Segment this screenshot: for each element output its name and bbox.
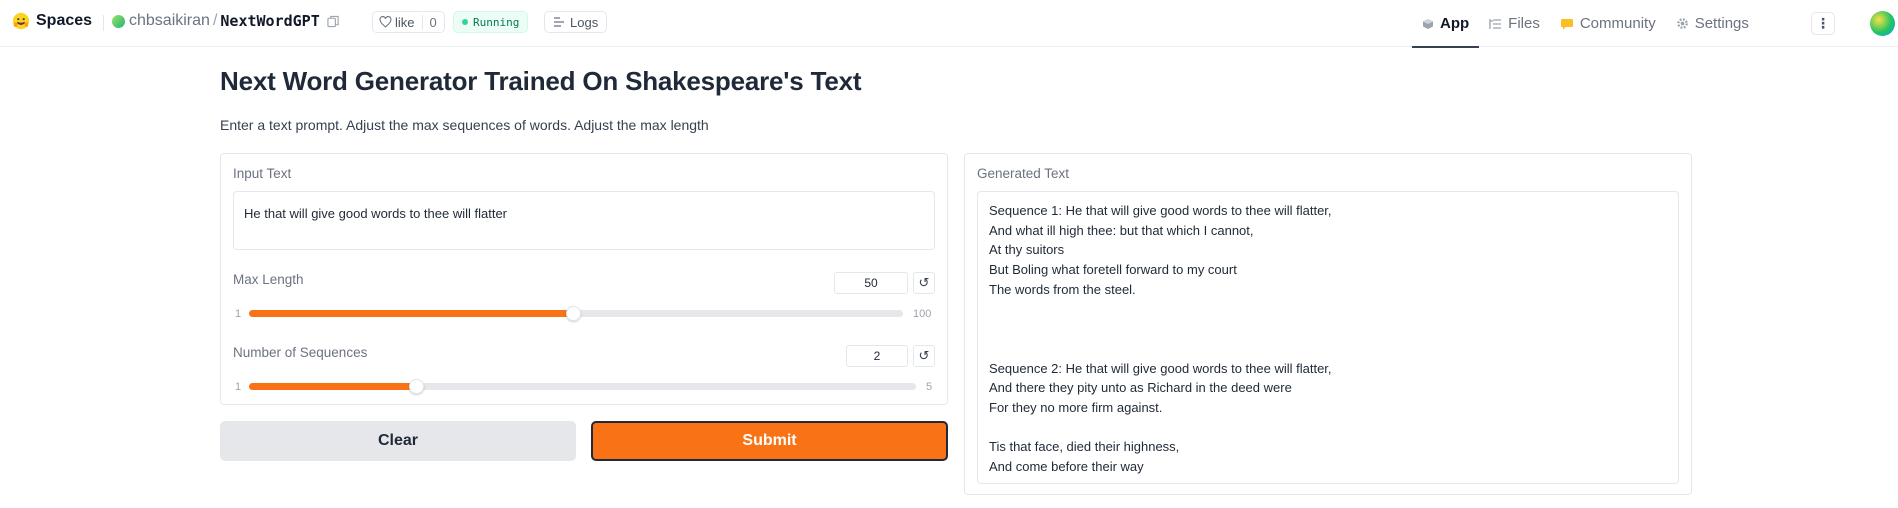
owner-link[interactable]: chbsaikiran — [129, 12, 210, 30]
generated-text-line: But Boling what foretell forward to my c… — [989, 262, 1237, 278]
max-length-slider[interactable] — [249, 306, 903, 321]
breadcrumb: chbsaikiran / NextWordGPT — [103, 12, 340, 31]
num-sequences-min: 1 — [235, 381, 242, 393]
tab-files-label: Files — [1508, 15, 1540, 32]
max-length-slider-fill — [249, 310, 573, 317]
top-navbar: Spaces chbsaikiran / NextWordGPT like 0 … — [0, 0, 1898, 48]
num-sequences-label: Number of Sequences — [233, 345, 368, 360]
max-length-number-input[interactable]: 50 — [834, 272, 908, 294]
generated-text-line: At thy suitors — [989, 242, 1065, 258]
like-label: like — [395, 14, 415, 30]
generated-text-line: And what ill high thee: but that which I… — [989, 222, 1254, 238]
status-label: Running — [473, 15, 520, 29]
owner-avatar — [112, 14, 125, 28]
like-main[interactable]: like — [373, 15, 422, 30]
tab-files[interactable]: Files — [1479, 0, 1550, 47]
num-sequences-slider-fill — [249, 383, 416, 390]
user-avatar[interactable] — [1870, 11, 1895, 36]
tab-community-label: Community — [1579, 15, 1656, 32]
cube-icon — [1423, 18, 1433, 29]
space-tabs: App Files Community Settings — [1412, 0, 1759, 48]
page-title: Next Word Generator Trained On Shakespea… — [220, 66, 862, 96]
tab-app[interactable]: App — [1412, 0, 1480, 48]
path-separator: / — [212, 12, 218, 29]
tab-community[interactable]: Community — [1550, 0, 1666, 47]
generated-text-line: For they no more firm against. — [989, 400, 1163, 415]
submit-button[interactable]: Submit — [591, 421, 948, 461]
page-description: Enter a text prompt. Adjust the max sequ… — [220, 117, 709, 133]
kebab-menu-icon: ⋮ — [1816, 15, 1830, 31]
copy-icon[interactable] — [327, 15, 340, 28]
tab-settings[interactable]: Settings — [1666, 0, 1759, 47]
spaces-label: Spaces — [36, 12, 93, 29]
num-sequences-reset-button[interactable]: ↺ — [913, 345, 935, 367]
generated-text-line: And there they pity unto as Richard in t… — [989, 380, 1292, 396]
huggingface-logo-icon — [12, 12, 30, 30]
like-button[interactable]: like 0 — [372, 11, 445, 33]
max-length-min: 1 — [235, 308, 242, 320]
files-icon — [1489, 18, 1502, 29]
space-name-link[interactable]: NextWordGPT — [220, 12, 319, 30]
like-count: 0 — [421, 14, 444, 30]
max-length-max: 100 — [913, 308, 932, 320]
tab-app-label: App — [1440, 15, 1470, 32]
logs-icon — [554, 17, 564, 27]
generated-text-label: Generated Text — [977, 166, 1070, 181]
clear-button[interactable]: Clear — [220, 421, 576, 461]
num-sequences-slider[interactable] — [249, 379, 916, 394]
tab-settings-label: Settings — [1694, 15, 1749, 32]
spaces-home-link[interactable]: Spaces — [12, 12, 92, 30]
max-length-slider-thumb[interactable] — [565, 306, 581, 321]
max-length-label: Max Length — [233, 272, 304, 287]
divider — [103, 15, 104, 31]
num-sequences-slider-thumb[interactable] — [408, 379, 424, 394]
reset-icon: ↺ — [918, 348, 930, 363]
logs-label: Logs — [570, 14, 599, 30]
community-icon — [1560, 19, 1573, 30]
generated-text-line: And come before their way — [989, 459, 1144, 475]
max-length-reset-button[interactable]: ↺ — [913, 272, 935, 294]
input-text-field[interactable]: He that will give good words to thee wil… — [233, 191, 935, 250]
generated-text-line: Sequence 2: He that will give good words… — [989, 360, 1332, 376]
gear-icon — [1676, 18, 1688, 29]
status-badge[interactable]: Running — [453, 11, 529, 33]
generated-text-line: The words from the steel. — [989, 281, 1136, 297]
input-text-label: Input Text — [233, 166, 292, 181]
status-dot — [462, 19, 468, 25]
input-panel: Input Text He that will give good words … — [220, 153, 948, 405]
logs-button[interactable]: Logs — [544, 11, 608, 33]
num-sequences-number-input[interactable]: 2 — [846, 345, 908, 367]
num-sequences-max: 5 — [926, 381, 933, 393]
generated-text-line: Sequence 1: He that will give good words… — [989, 203, 1332, 218]
reset-icon: ↺ — [918, 275, 930, 290]
more-options-button[interactable]: ⋮ — [1811, 12, 1835, 35]
generated-text-line: Tis that face, died their highness, — [989, 439, 1180, 455]
heart-icon — [379, 16, 392, 28]
